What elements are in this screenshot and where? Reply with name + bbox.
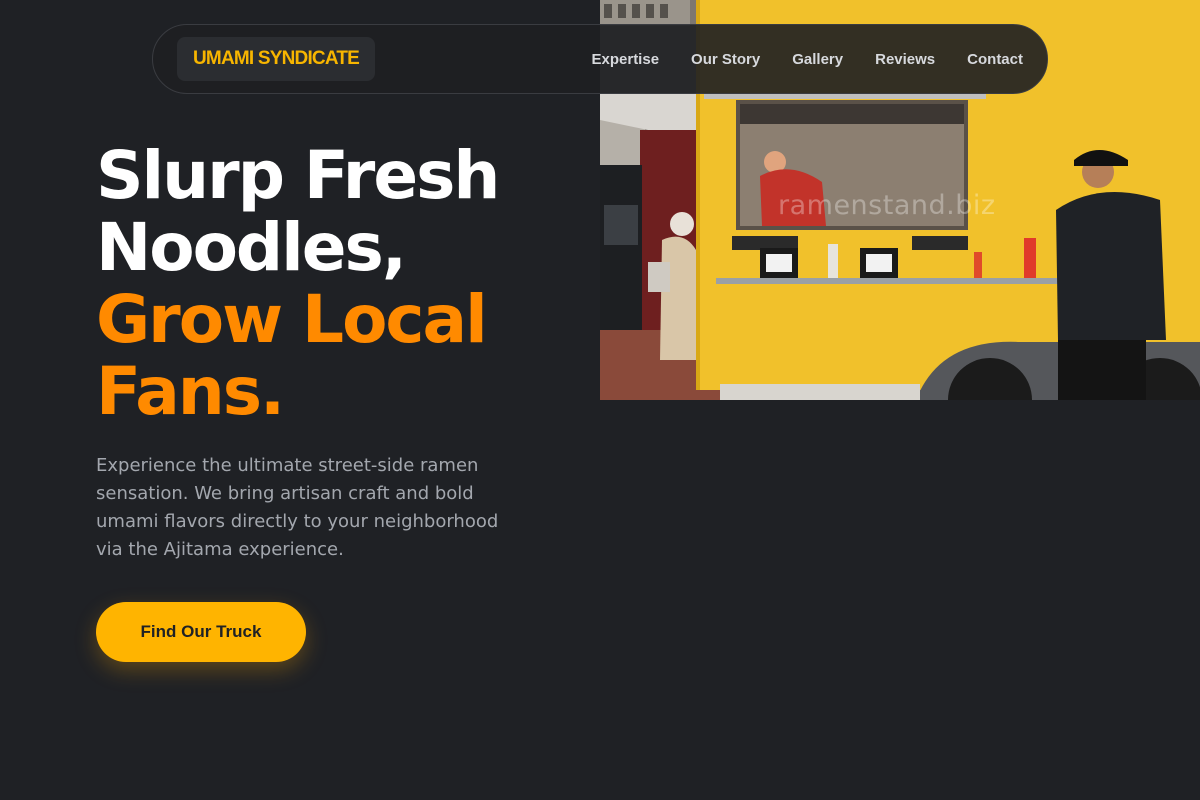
nav-link-our-story[interactable]: Our Story	[691, 51, 760, 68]
hero-accent-line-1: Grow Local	[96, 281, 488, 358]
nav-link-expertise[interactable]: Expertise	[592, 51, 660, 68]
nav-links: Expertise Our Story Gallery Reviews Cont…	[592, 51, 1024, 68]
hero-title: Slurp Fresh Noodles, Grow Local Fans.	[96, 140, 576, 428]
navbar: UMAMI SYNDICATE Expertise Our Story Gall…	[152, 24, 1048, 94]
hero-title-line-1: Slurp Fresh	[96, 137, 500, 214]
brand-logo[interactable]: UMAMI SYNDICATE	[177, 37, 376, 81]
find-our-truck-button[interactable]: Find Our Truck	[96, 602, 306, 662]
hero-title-line-2: Noodles,	[96, 209, 407, 286]
nav-link-gallery[interactable]: Gallery	[792, 51, 843, 68]
hero-subtitle: Experience the ultimate street-side rame…	[96, 455, 499, 560]
nav-link-contact[interactable]: Contact	[967, 51, 1023, 68]
nav-link-reviews[interactable]: Reviews	[875, 51, 935, 68]
photo-watermark: ramenstand.biz	[778, 190, 996, 221]
hero-accent-line-2: Fans.	[96, 353, 285, 430]
